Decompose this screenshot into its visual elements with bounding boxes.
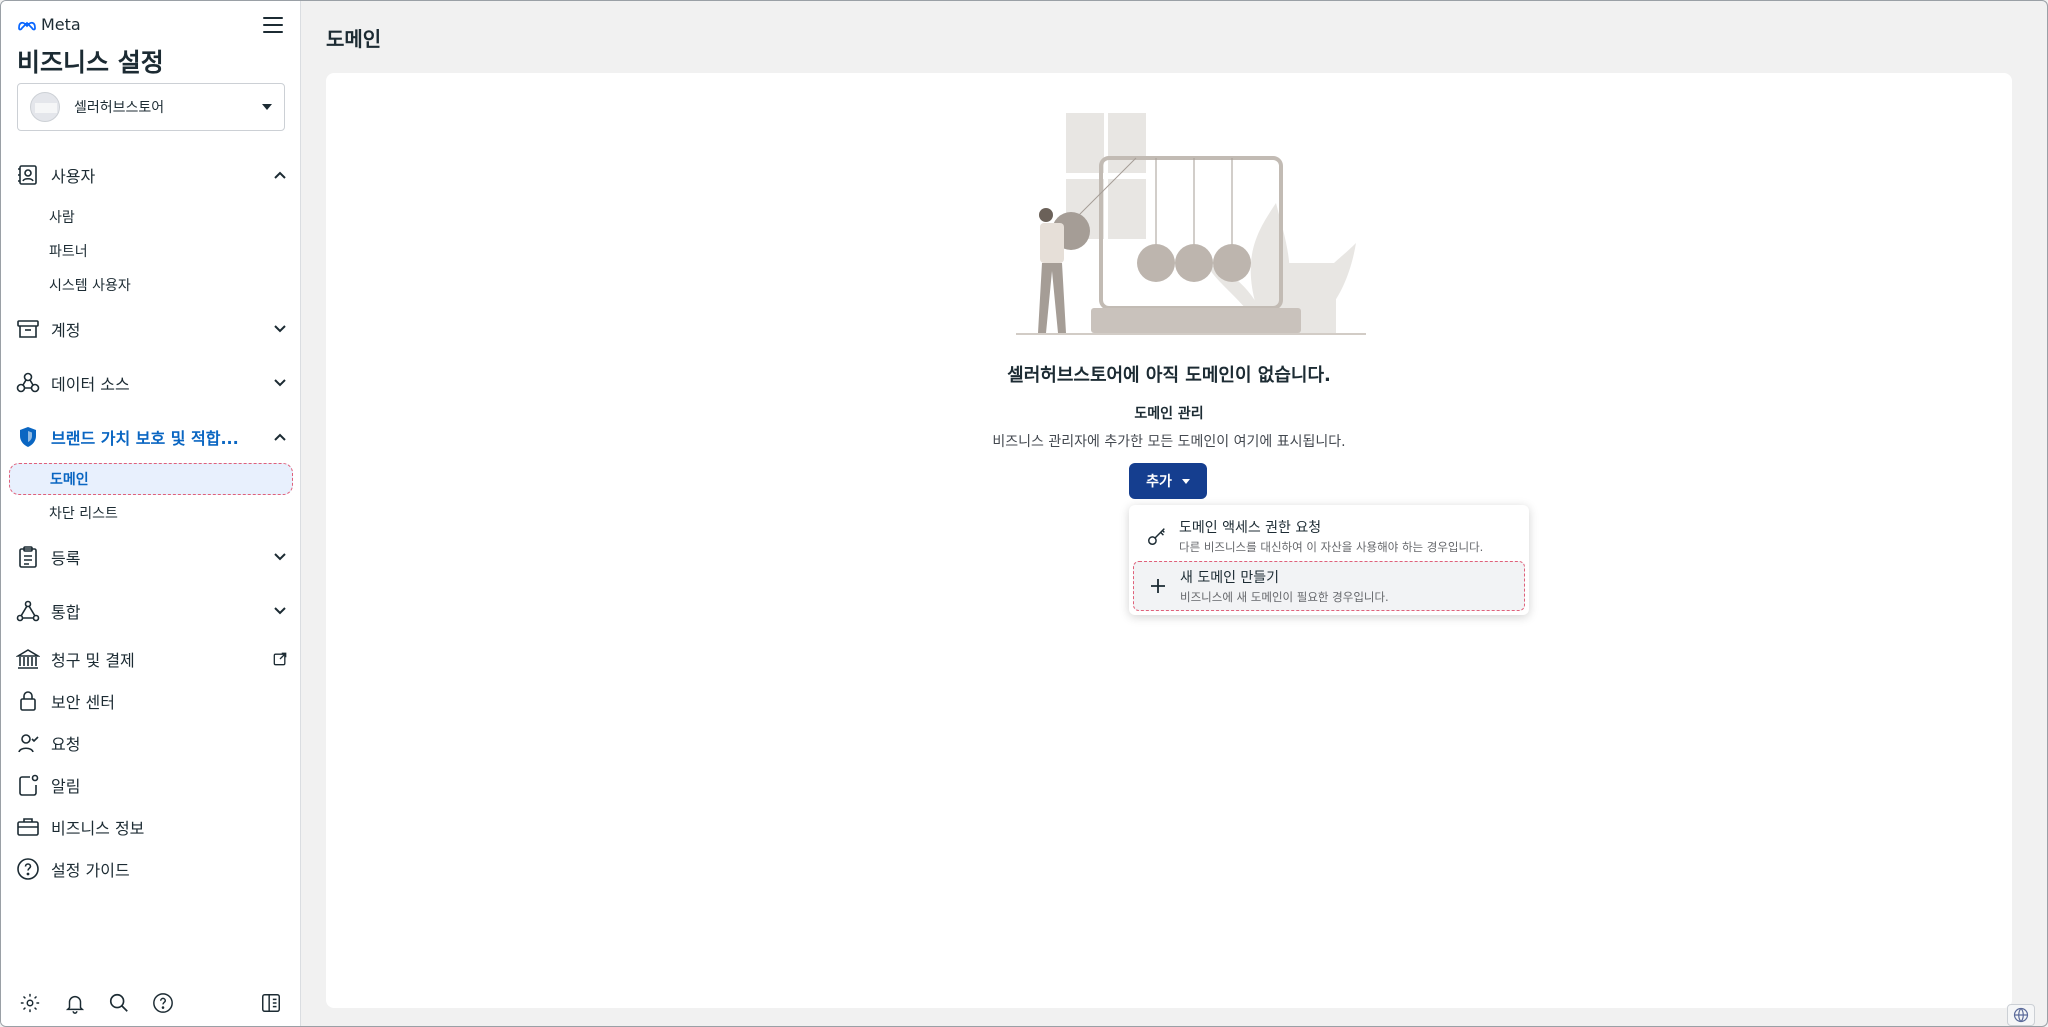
sidebar-item-block-lists[interactable]: 차단 리스트	[49, 503, 118, 523]
empty-state-description: 비즈니스 관리자에 추가한 모든 도메인이 여기에 표시됩니다.	[992, 434, 1346, 450]
nav-label: 데이터 소스	[51, 375, 130, 394]
chevron-up-icon	[273, 168, 287, 182]
chevron-down-icon	[273, 376, 287, 390]
data-sources-icon	[15, 370, 41, 396]
browser-window: Meta 비즈니스 설정 셀러허브스토어 사용자 사람 파트너 시스템 사용자	[0, 0, 2048, 1027]
notification-icon	[15, 772, 41, 798]
chevron-down-icon	[273, 604, 287, 618]
add-button[interactable]: 추가	[1129, 463, 1207, 499]
newtons-cradle-illustration	[1016, 113, 1366, 335]
meta-logo-icon	[18, 21, 36, 30]
nav-label: 비즈니스 정보	[51, 819, 145, 838]
nav-section-setup-guide[interactable]: 설정 가이드	[15, 853, 287, 885]
sidebar-toggle-icon[interactable]	[259, 991, 283, 1015]
nav-section-data-sources[interactable]: 데이터 소스	[15, 367, 287, 399]
menu-item-title: 도메인 액세스 권한 요청	[1179, 520, 1322, 536]
chevron-down-icon	[273, 322, 287, 336]
gear-icon[interactable]	[18, 991, 42, 1015]
nav-section-security-center[interactable]: 보안 센터	[15, 685, 287, 717]
sidebar-item-domains[interactable]: 도메인	[9, 463, 293, 495]
sidebar-item-people[interactable]: 사람	[49, 207, 75, 227]
nav-section-registrations[interactable]: 등록	[15, 541, 287, 573]
lock-icon	[15, 688, 41, 714]
nav-label: 설정 가이드	[51, 861, 130, 880]
menu-item-create-new-domain[interactable]: 새 도메인 만들기 비즈니스에 새 도메인이 필요한 경우입니다.	[1133, 561, 1525, 611]
nav-section-users[interactable]: 사용자	[15, 159, 287, 191]
nav-section-integrations[interactable]: 통합	[15, 595, 287, 627]
briefcase-icon	[15, 814, 41, 840]
nav-label: 요청	[51, 735, 81, 754]
help-icon[interactable]	[151, 991, 175, 1015]
menu-item-description: 다른 비즈니스를 대신하여 이 자산을 사용해야 하는 경우입니다.	[1179, 540, 1484, 554]
nav-label: 브랜드 가치 보호 및 적합...	[51, 429, 239, 448]
external-link-icon	[273, 652, 287, 666]
business-selector[interactable]: 셀러허브스토어	[17, 83, 285, 131]
sidebar: Meta 비즈니스 설정 셀러허브스토어 사용자 사람 파트너 시스템 사용자	[1, 1, 301, 1026]
nav-label: 등록	[51, 549, 81, 568]
shield-icon	[15, 424, 41, 450]
page-heading: 비즈니스 설정	[17, 48, 164, 77]
nav-label: 계정	[51, 321, 81, 340]
sidebar-bottom-bar	[1, 991, 301, 1021]
key-icon	[1145, 524, 1169, 548]
menu-item-title: 새 도메인 만들기	[1180, 570, 1280, 586]
nav-section-business-info[interactable]: 비즈니스 정보	[15, 811, 287, 843]
sidebar-item-system-users[interactable]: 시스템 사용자	[49, 275, 131, 295]
clipboard-icon	[15, 544, 41, 570]
globe-icon[interactable]	[2007, 1004, 2035, 1026]
business-name: 셀러허브스토어	[74, 100, 165, 116]
nav-section-billing[interactable]: 청구 및 결제	[15, 643, 287, 675]
chevron-up-icon	[273, 430, 287, 444]
caret-down-icon	[262, 104, 272, 110]
nav-label: 청구 및 결제	[51, 651, 135, 670]
nav-label: 통합	[51, 603, 81, 622]
business-avatar	[30, 92, 60, 122]
help-circle-icon	[15, 856, 41, 882]
nav-section-brand-safety[interactable]: 브랜드 가치 보호 및 적합...	[15, 421, 287, 453]
menu-item-description: 비즈니스에 새 도메인이 필요한 경우입니다.	[1180, 590, 1389, 604]
bell-icon[interactable]	[63, 991, 87, 1015]
menu-item-request-domain-access[interactable]: 도메인 액세스 권한 요청 다른 비즈니스를 대신하여 이 자산을 사용해야 하…	[1133, 511, 1525, 561]
nav-section-notifications[interactable]: 알림	[15, 769, 287, 801]
meta-brand[interactable]: Meta	[17, 15, 81, 34]
content-card: 셀러허브스토어에 아직 도메인이 없습니다. 도메인 관리 비즈니스 관리자에 …	[326, 73, 2012, 1008]
bank-icon	[15, 646, 41, 672]
integrations-icon	[15, 598, 41, 624]
user-check-icon	[15, 730, 41, 756]
page-title: 도메인	[326, 27, 382, 51]
add-dropdown-menu: 도메인 액세스 권한 요청 다른 비즈니스를 대신하여 이 자산을 사용해야 하…	[1129, 505, 1529, 615]
chevron-down-icon	[273, 550, 287, 564]
add-button-label: 추가	[1146, 474, 1172, 490]
sidebar-item-partners[interactable]: 파트너	[49, 241, 88, 261]
main-content: 도메인 셀러허브스토어에 아직 도메인이 없습니다. 도메인 관리 비즈니스 관…	[302, 1, 2047, 1026]
plus-icon	[1146, 574, 1170, 598]
search-icon[interactable]	[107, 991, 131, 1015]
menu-icon[interactable]	[263, 17, 283, 35]
nav-section-accounts[interactable]: 계정	[15, 313, 287, 345]
users-icon	[15, 162, 41, 188]
caret-down-icon	[1181, 478, 1190, 484]
nav-label: 사용자	[51, 167, 96, 186]
meta-brand-text: Meta	[41, 15, 81, 34]
archive-icon	[15, 316, 41, 342]
nav-section-requests[interactable]: 요청	[15, 727, 287, 759]
nav-label: 보안 센터	[51, 693, 115, 712]
nav-label: 알림	[51, 777, 81, 796]
empty-state-title: 셀러허브스토어에 아직 도메인이 없습니다.	[1007, 365, 1331, 386]
empty-state-subtitle: 도메인 관리	[1134, 406, 1204, 422]
